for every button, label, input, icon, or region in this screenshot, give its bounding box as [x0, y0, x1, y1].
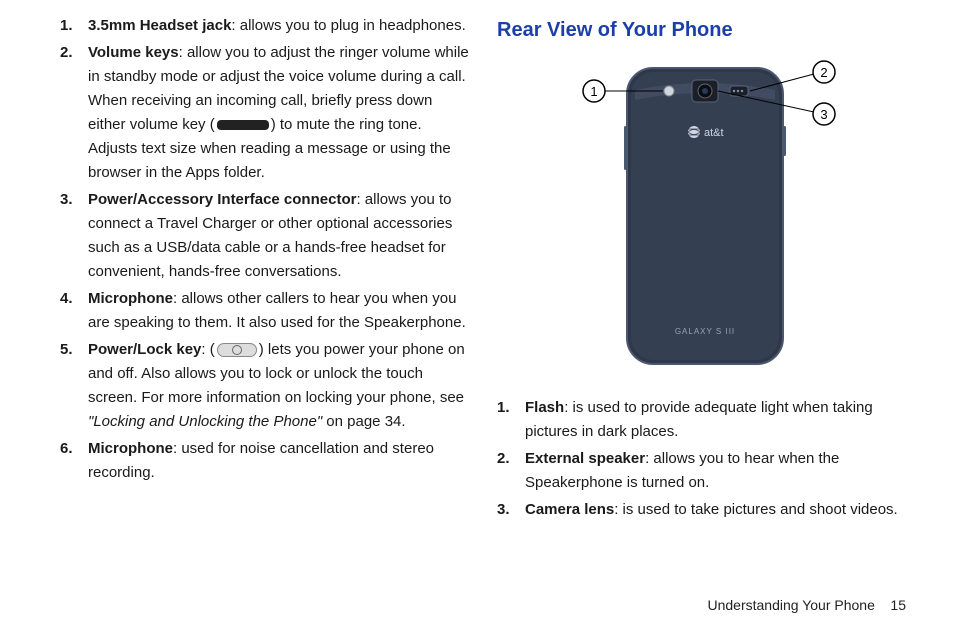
list-item: External speaker: allows you to hear whe…: [497, 447, 906, 495]
feature-term: Microphone: [88, 440, 173, 457]
list-item: Power/Accessory Interface connector: all…: [60, 188, 469, 284]
list-item: Volume keys: allow you to adjust the rin…: [60, 41, 469, 185]
power-key-icon: [217, 343, 257, 357]
feature-term: External speaker: [525, 450, 645, 467]
feature-desc: : (: [201, 341, 214, 358]
page-footer: Understanding Your Phone 15: [708, 594, 907, 616]
feature-term: Flash: [525, 399, 564, 416]
feature-desc: : is used to provide adequate light when…: [525, 399, 873, 440]
feature-desc: : allows you to plug in headphones.: [231, 17, 465, 34]
feature-term: Volume keys: [88, 44, 179, 61]
right-column: Rear View of Your Phone: [497, 14, 906, 554]
list-item: 3.5mm Headset jack: allows you to plug i…: [60, 14, 469, 38]
callout-3: 3: [820, 107, 827, 122]
phone-rear-diagram: at&t GALAXY S III 1 2 3: [497, 56, 906, 376]
feature-desc: on page 34.: [322, 413, 405, 430]
list-item: Microphone: allows other callers to hear…: [60, 287, 469, 335]
feature-term: Power/Accessory Interface connector: [88, 191, 356, 208]
feature-desc: : is used to take pictures and shoot vid…: [614, 501, 898, 518]
volume-key-icon: [217, 120, 269, 130]
feature-term: Camera lens: [525, 501, 614, 518]
list-item: Power/Lock key: () lets you power your p…: [60, 338, 469, 434]
feature-term: Power/Lock key: [88, 341, 201, 358]
section-heading: Rear View of Your Phone: [497, 14, 906, 46]
cross-reference: "Locking and Unlocking the Phone": [88, 413, 322, 430]
left-feature-list: 3.5mm Headset jack: allows you to plug i…: [60, 14, 469, 485]
callout-1: 1: [590, 84, 597, 99]
callout-2: 2: [820, 65, 827, 80]
feature-term: Microphone: [88, 290, 173, 307]
att-logo-text: at&t: [704, 127, 724, 139]
list-item: Camera lens: is used to take pictures an…: [497, 498, 906, 522]
feature-term: 3.5mm Headset jack: [88, 17, 231, 34]
phone-rear-svg: at&t GALAXY S III 1 2 3: [532, 56, 872, 376]
list-item: Flash: is used to provide adequate light…: [497, 396, 906, 444]
list-item: Microphone: used for noise cancellation …: [60, 437, 469, 485]
footer-section: Understanding Your Phone: [708, 597, 875, 613]
galaxy-label: GALAXY S III: [674, 327, 734, 336]
right-feature-list: Flash: is used to provide adequate light…: [497, 396, 906, 522]
left-column: 3.5mm Headset jack: allows you to plug i…: [60, 14, 469, 554]
footer-page: 15: [890, 597, 906, 613]
